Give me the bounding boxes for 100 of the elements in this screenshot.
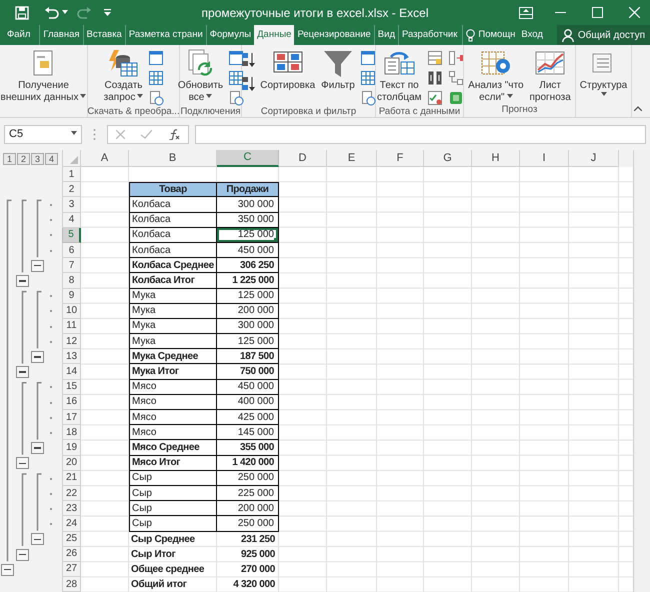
collapse-button[interactable] xyxy=(31,533,44,546)
share-button[interactable]: Общий доступ xyxy=(556,25,650,45)
row-header[interactable]: 10 xyxy=(62,304,81,319)
outline-level-button[interactable]: 1 xyxy=(3,152,16,164)
collapse-button[interactable] xyxy=(16,457,29,470)
column-header[interactable]: I xyxy=(520,150,569,167)
row-header[interactable]: 1 xyxy=(62,167,81,182)
fill-handle[interactable] xyxy=(274,238,278,242)
row-header[interactable]: 12 xyxy=(62,334,81,350)
ribbon-tab[interactable]: Данные xyxy=(254,25,294,45)
row-header[interactable]: 20 xyxy=(62,456,81,471)
row-header[interactable]: 5 xyxy=(62,228,81,243)
ribbon-tab[interactable]: Рецензирование xyxy=(294,25,374,45)
duplicates-icon[interactable] xyxy=(426,70,443,86)
cancel-icon xyxy=(116,130,125,138)
table-cell: Колбаса Среднее xyxy=(129,258,217,274)
ribbon-button[interactable]: Анализ "что если" xyxy=(467,48,524,104)
column-header[interactable]: C xyxy=(217,150,279,167)
ribbon-button[interactable]: Создать запрос xyxy=(102,48,144,104)
row-header[interactable]: 21 xyxy=(62,470,81,486)
window-icon[interactable] xyxy=(228,50,244,66)
row-header[interactable]: 26 xyxy=(62,546,81,562)
row-header[interactable]: 27 xyxy=(62,562,81,578)
table-cell: 400 000 xyxy=(217,394,279,410)
row-header[interactable]: 9 xyxy=(62,288,81,304)
window-icon[interactable] xyxy=(148,50,164,66)
row-header[interactable]: 7 xyxy=(62,258,81,274)
name-box[interactable]: C5 xyxy=(4,124,82,144)
row-header[interactable]: 18 xyxy=(62,425,81,440)
row-header[interactable]: 25 xyxy=(62,532,81,547)
row-header[interactable]: 2 xyxy=(62,182,81,198)
customize-icon[interactable] xyxy=(104,9,111,16)
ribbon-tab[interactable]: Файл xyxy=(4,25,34,45)
table-icon[interactable] xyxy=(148,70,164,86)
maximize-icon[interactable] xyxy=(592,7,603,18)
relations-icon[interactable] xyxy=(448,70,464,86)
ribbon-button[interactable]: Сортировка xyxy=(259,48,316,92)
save-icon[interactable] xyxy=(15,6,29,20)
column-header[interactable]: E xyxy=(327,150,377,167)
collapse-button[interactable] xyxy=(16,548,29,560)
row-header[interactable]: 16 xyxy=(62,394,81,410)
row-header[interactable]: 24 xyxy=(62,516,81,532)
table-cell: Мука xyxy=(129,318,217,334)
table-cell: 750 000 xyxy=(217,364,279,380)
ribbon-button[interactable]: Лист прогноза xyxy=(528,48,572,104)
column-header[interactable]: H xyxy=(472,150,520,167)
column-header[interactable]: G xyxy=(424,150,472,167)
row-header[interactable]: 4 xyxy=(62,212,81,228)
column-header[interactable]: A xyxy=(81,150,129,167)
outline-level-button[interactable]: 4 xyxy=(45,152,58,164)
person-icon xyxy=(562,28,574,42)
undo-icon[interactable] xyxy=(44,6,60,18)
function-icon[interactable] xyxy=(168,128,180,140)
column-header[interactable]: F xyxy=(377,150,424,167)
flash-fill-icon[interactable] xyxy=(426,50,443,66)
column-header[interactable]: J xyxy=(569,150,619,167)
table-cell-text: 231 250 xyxy=(240,532,276,547)
vertical-scrollbar[interactable] xyxy=(633,150,650,592)
row-header[interactable]: 8 xyxy=(62,273,81,288)
collapse-button[interactable] xyxy=(31,260,44,272)
row-header[interactable]: 22 xyxy=(62,486,81,502)
sort-ascending-icon[interactable] xyxy=(241,52,256,68)
table-cell-text: 270 000 xyxy=(240,562,276,577)
column-header[interactable]: D xyxy=(279,150,327,167)
ribbon-button[interactable]: Структура xyxy=(578,48,628,98)
outline-level-button[interactable]: 3 xyxy=(31,152,44,164)
group-label: Сортировка и фильтр xyxy=(260,106,356,118)
collapse-button[interactable] xyxy=(1,564,14,576)
data-model-icon[interactable] xyxy=(448,90,464,106)
collapse-button[interactable] xyxy=(31,350,44,363)
row-header[interactable]: 17 xyxy=(62,410,81,426)
window-icon[interactable] xyxy=(360,50,376,66)
row-header[interactable]: 3 xyxy=(62,197,81,213)
collapse-ribbon-icon[interactable] xyxy=(634,106,642,111)
ribbon-button[interactable]: Получение внешних данных xyxy=(0,48,88,104)
row-header[interactable]: 19 xyxy=(62,440,81,456)
table-icon[interactable] xyxy=(228,70,244,86)
row-header[interactable]: 23 xyxy=(62,501,81,516)
row-header[interactable]: 6 xyxy=(62,242,81,258)
ribbon-display-icon[interactable] xyxy=(519,6,533,18)
sort-descending-icon[interactable] xyxy=(241,76,256,92)
ribbon-button[interactable]: Текст по столбцам xyxy=(376,48,423,104)
sign-in-link[interactable]: Вход xyxy=(518,25,546,45)
close-icon[interactable] xyxy=(629,7,640,18)
outline-bracket xyxy=(36,473,42,531)
collapse-button[interactable] xyxy=(16,274,29,287)
collapse-button[interactable] xyxy=(31,442,44,454)
validation-icon[interactable] xyxy=(426,90,443,106)
row-header[interactable]: 15 xyxy=(62,380,81,395)
outline-level-button[interactable]: 2 xyxy=(17,152,30,164)
ribbon-button[interactable]: Фильтр xyxy=(320,48,356,92)
row-header[interactable]: 14 xyxy=(62,364,81,380)
table-cell: Колбаса xyxy=(129,197,217,213)
row-header[interactable]: 28 xyxy=(62,577,81,592)
formula-field[interactable] xyxy=(195,124,646,144)
table-icon[interactable] xyxy=(360,70,376,86)
row-header[interactable]: 11 xyxy=(62,318,81,334)
ribbon-button[interactable]: Обновить все xyxy=(176,48,224,104)
row-header[interactable]: 13 xyxy=(62,349,81,364)
collapse-button[interactable] xyxy=(16,366,29,378)
